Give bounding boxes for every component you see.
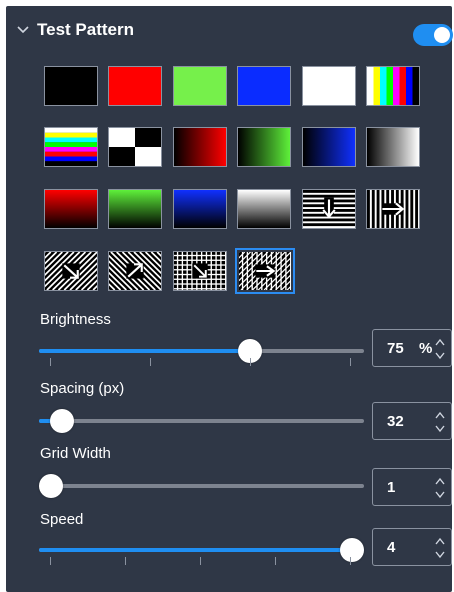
stepper-arrows-icon[interactable] (435, 409, 445, 435)
pattern-solid-green[interactable] (173, 66, 227, 106)
tick (125, 557, 126, 565)
speed-slider[interactable] (39, 538, 364, 562)
pattern-grid-lines-arrow[interactable] (173, 251, 227, 291)
speed-thumb[interactable] (340, 538, 364, 562)
pattern-red-gradient-vertical[interactable] (44, 189, 98, 229)
speed-value: 4 (387, 539, 396, 556)
grid-width-thumb[interactable] (39, 474, 63, 498)
tick (200, 557, 201, 565)
solid-blue-pattern-icon (238, 67, 290, 105)
speed-fill (39, 548, 364, 552)
pattern-checkerboard[interactable] (108, 127, 162, 167)
gray-gradient-vertical-pattern-icon (238, 190, 290, 228)
tick (50, 557, 51, 565)
stepper-arrows-icon[interactable] (435, 535, 445, 561)
solid-red-pattern-icon (109, 67, 161, 105)
brightness-slider[interactable] (39, 339, 364, 363)
speed-input[interactable]: 4 (372, 528, 452, 566)
chevron-down-icon[interactable] (16, 23, 30, 37)
grid-lines-arrow-pattern-icon (174, 252, 226, 290)
pattern-red-gradient-horizontal[interactable] (173, 127, 227, 167)
pattern-gray-gradient-horizontal[interactable] (366, 127, 420, 167)
pattern-blue-gradient-vertical[interactable] (173, 189, 227, 229)
vertical-lines-right-arrow-pattern-icon (367, 190, 419, 228)
tick (350, 557, 351, 565)
grid-width-value: 1 (387, 479, 396, 496)
pattern-horizontal-lines-down-arrow[interactable] (302, 189, 356, 229)
grid-width-input[interactable]: 1 (372, 468, 452, 506)
pattern-solid-white[interactable] (302, 66, 356, 106)
spacing-slider[interactable] (39, 409, 364, 433)
checkerboard-pattern-icon (109, 128, 161, 166)
pattern-color-bars-vertical[interactable] (366, 66, 420, 106)
panel-header[interactable]: Test Pattern (6, 6, 453, 54)
pattern-gray-gradient-vertical[interactable] (237, 189, 291, 229)
green-gradient-vertical-pattern-icon (109, 190, 161, 228)
toggle-knob (434, 27, 450, 43)
spacing-input[interactable]: 32 (372, 402, 452, 440)
speed-label: Speed (40, 511, 84, 528)
pattern-solid-red[interactable] (108, 66, 162, 106)
spacing-value: 32 (387, 413, 404, 430)
tick (50, 358, 51, 366)
spacing-label: Spacing (px) (40, 380, 125, 397)
test-pattern-toggle[interactable] (413, 24, 453, 46)
green-gradient-horizontal-pattern-icon (238, 128, 290, 166)
gray-gradient-horizontal-pattern-icon (367, 128, 419, 166)
blue-gradient-vertical-pattern-icon (174, 190, 226, 228)
red-gradient-horizontal-pattern-icon (174, 128, 226, 166)
solid-green-pattern-icon (174, 67, 226, 105)
tick (275, 557, 276, 565)
pattern-solid-black[interactable] (44, 66, 98, 106)
diagonal-grid-right-arrow-pattern-icon (239, 252, 291, 290)
color-bars-horizontal-pattern-icon (45, 128, 97, 166)
pattern-vertical-lines-right-arrow[interactable] (366, 189, 420, 229)
diagonal-lines-down-right-arrow-pattern-icon (45, 252, 97, 290)
blue-gradient-horizontal-pattern-icon (303, 128, 355, 166)
pattern-solid-blue[interactable] (237, 66, 291, 106)
grid-width-label: Grid Width (40, 445, 111, 462)
brightness-value: 75 (387, 340, 404, 357)
stepper-arrows-icon[interactable] (435, 336, 445, 362)
red-gradient-vertical-pattern-icon (45, 190, 97, 228)
diagonal-lines-up-right-arrow-pattern-icon (109, 252, 161, 290)
grid-width-slider[interactable] (39, 474, 364, 498)
pattern-blue-gradient-horizontal[interactable] (302, 127, 356, 167)
pattern-diagonal-grid-right-arrow[interactable] (235, 248, 295, 294)
brightness-input[interactable]: 75 % (372, 329, 452, 367)
horizontal-lines-down-arrow-pattern-icon (303, 190, 355, 228)
pattern-color-bars-horizontal[interactable] (44, 127, 98, 167)
pattern-green-gradient-horizontal[interactable] (237, 127, 291, 167)
stepper-arrows-icon[interactable] (435, 475, 445, 501)
tick (250, 358, 251, 366)
brightness-unit: % (419, 340, 433, 357)
pattern-diagonal-lines-up-right-arrow[interactable] (108, 251, 162, 291)
pattern-green-gradient-vertical[interactable] (108, 189, 162, 229)
brightness-fill (39, 349, 250, 353)
panel-title: Test Pattern (37, 20, 134, 39)
spacing-thumb[interactable] (50, 409, 74, 433)
pattern-diagonal-lines-down-right-arrow[interactable] (44, 251, 98, 291)
color-bars-vertical-pattern-icon (367, 67, 419, 105)
solid-white-pattern-icon (303, 67, 355, 105)
tick (350, 358, 351, 366)
brightness-label: Brightness (40, 311, 111, 328)
tick (150, 358, 151, 366)
test-pattern-panel: Test Pattern Brightness 75 % Spacing (px… (6, 6, 453, 592)
solid-black-pattern-icon (45, 67, 97, 105)
